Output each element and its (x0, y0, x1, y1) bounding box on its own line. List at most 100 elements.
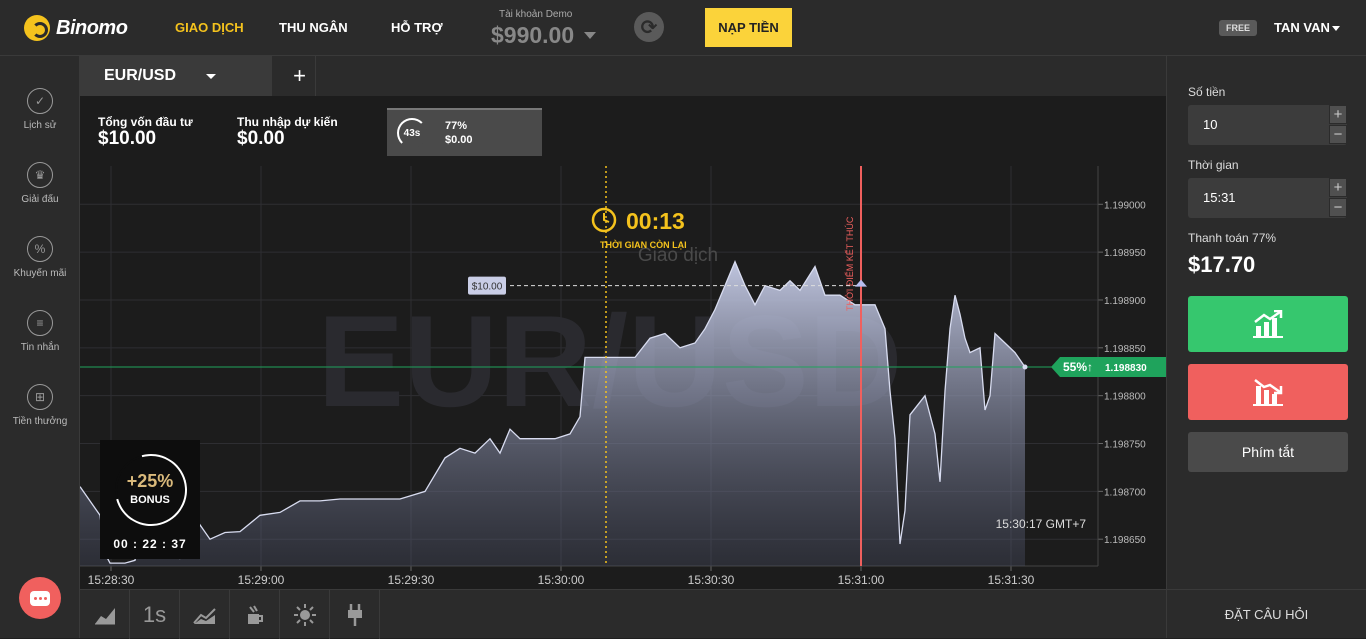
countdown-label: THỜI GIAN CÒN LẠI (600, 239, 687, 250)
x-tick-label: 15:31:00 (838, 573, 885, 587)
trophy-icon: ♛ (27, 162, 53, 188)
total-investment-label: Tổng vốn đầu tư (98, 115, 193, 129)
payout-label: Thanh toán 77% (1188, 231, 1277, 245)
sidebar-item-history[interactable]: ✓ Lịch sử (0, 88, 80, 131)
x-tick-label: 15:29:30 (388, 573, 435, 587)
ask-question-button[interactable]: ĐẶT CÂU HỎI (1166, 589, 1366, 638)
y-tick-label: 1.198950 (1104, 248, 1146, 259)
chart-area: EUR/USD + Tổng vốn đầu tư $10.00 Thu nhậ… (80, 56, 1166, 589)
chart-up-icon (1253, 310, 1283, 338)
trade-panel: Số tiền 10 + − Thời gian 15:31 + − Thanh… (1166, 56, 1366, 589)
binomo-logo-icon (24, 15, 50, 41)
server-time: 15:30:17 GMT+7 (996, 517, 1087, 531)
time-decrease-button[interactable]: − (1329, 198, 1347, 217)
deal-tag-label: $10.00 (472, 282, 503, 293)
y-tick-label: 1.198650 (1104, 535, 1146, 546)
y-tick-label: 1.198850 (1104, 344, 1146, 355)
deposit-button[interactable]: NẠP TIỀN (705, 8, 792, 47)
time-label: Thời gian (1188, 158, 1239, 172)
x-tick-label: 15:28:30 (88, 573, 135, 587)
bonus-label: BONUS (130, 494, 170, 506)
time-increase-button[interactable]: + (1329, 178, 1347, 197)
expected-income-value: $0.00 (237, 128, 285, 149)
top-bar: Binomo GIAO DỊCH THU NGÂN HỖ TRỢ Tài kho… (0, 0, 1366, 56)
theme-icon (293, 603, 316, 626)
deal-marker-icon (855, 279, 867, 287)
total-investment-value: $10.00 (98, 128, 157, 149)
y-tick-label: 1.198900 (1104, 296, 1146, 307)
current-price-point (1022, 364, 1028, 370)
x-tick-label: 15:30:30 (688, 573, 735, 587)
countdown-value: 00:13 (626, 208, 685, 234)
sidebar-item-label: Giải đấu (21, 194, 59, 205)
indicators-icon (192, 607, 216, 624)
sidebar-item-bonuses[interactable]: ⊞ Tiền thưởng (0, 384, 80, 427)
y-tick-label: 1.198800 (1104, 392, 1146, 403)
amount-decrease-button[interactable]: − (1329, 125, 1347, 144)
buy-down-button[interactable] (1188, 364, 1348, 420)
deal-payout-percent: 77% (445, 120, 468, 132)
asset-tab[interactable]: EUR/USD (80, 56, 272, 96)
expected-income-label: Thu nhập dự kiến (237, 115, 338, 129)
open-deal-card[interactable]: 43s 77% $0.00 (387, 108, 542, 156)
sidebar-item-tournaments[interactable]: ♛ Giải đấu (0, 162, 80, 205)
refresh-icon[interactable]: ⟳ (634, 12, 664, 42)
sidebar-item-messages[interactable]: ≡ Tin nhắn (0, 310, 80, 353)
sidebar-item-promotions[interactable]: % Khuyến mãi (0, 236, 80, 279)
payout-value: $17.70 (1188, 252, 1256, 277)
bonus-widget[interactable]: +25% BONUS 00 : 22 : 37 (100, 440, 201, 559)
chart-toolbar: 1s (80, 589, 1166, 639)
free-badge: FREE (1219, 20, 1257, 36)
sidebar-item-label: Khuyến mãi (13, 268, 67, 279)
x-tick-label: 15:29:00 (238, 573, 285, 587)
chart-type-icon (94, 607, 115, 624)
account-type-label: Tài khoản Demo (499, 9, 573, 20)
chart-type-button[interactable] (80, 590, 130, 639)
chevron-down-icon[interactable] (206, 74, 216, 79)
theme-button[interactable] (280, 590, 330, 639)
time-value[interactable]: 15:31 (1203, 190, 1236, 205)
bonus-timer: 00 : 22 : 37 (113, 537, 187, 551)
deal-amount: $0.00 (445, 134, 473, 146)
y-tick-label: 1.198750 (1104, 440, 1146, 451)
drawing-tools-button[interactable] (230, 590, 280, 639)
username[interactable]: TAN VAN (1274, 20, 1330, 35)
expiry-label: THỜI ĐIỂM KẾT THÚC (844, 216, 855, 311)
nav-trade[interactable]: GIAO DỊCH (175, 20, 244, 35)
chat-support-button[interactable] (19, 577, 61, 619)
message-lines-icon: ≡ (27, 310, 53, 336)
buy-up-button[interactable] (1188, 296, 1348, 352)
gift-icon: ⊞ (27, 384, 53, 410)
amount-field[interactable]: 10 + − (1188, 105, 1347, 145)
nav-support[interactable]: HỖ TRỢ (391, 20, 443, 35)
indicators-button[interactable] (180, 590, 230, 639)
time-field[interactable]: 15:31 + − (1188, 178, 1347, 218)
x-tick-label: 15:30:00 (538, 573, 585, 587)
deal-info-bar: Tổng vốn đầu tư $10.00 Thu nhập dự kiến … (80, 96, 1166, 166)
brand-name: Binomo (56, 16, 128, 39)
sidebar-item-label: Tin nhắn (20, 342, 60, 353)
current-price-percent: 55%↑ (1063, 360, 1093, 374)
amount-increase-button[interactable]: + (1329, 105, 1347, 124)
check-circle-icon: ✓ (27, 88, 53, 114)
brand-logo[interactable]: Binomo (24, 14, 128, 42)
nav-cashier[interactable]: THU NGÂN (279, 20, 348, 35)
account-balance[interactable]: $990.00 (491, 22, 574, 49)
plugins-button[interactable] (330, 590, 380, 639)
y-tick-label: 1.199000 (1104, 200, 1146, 211)
percent-icon: % (27, 236, 53, 262)
chart-down-icon (1253, 379, 1283, 406)
amount-label: Số tiền (1188, 85, 1226, 99)
plugin-icon (347, 603, 362, 626)
x-tick-label: 15:31:30 (988, 573, 1035, 587)
shortcuts-button[interactable]: Phím tắt (1188, 432, 1348, 472)
chevron-down-icon[interactable] (584, 32, 596, 39)
deal-timer: 43s (397, 118, 427, 148)
sidebar-item-label: Lịch sử (23, 120, 57, 131)
amount-value[interactable]: 10 (1203, 117, 1217, 132)
current-price-value: 1.198830 (1105, 363, 1147, 374)
add-asset-tab-button[interactable]: + (284, 56, 316, 96)
price-chart[interactable]: 15:28:30 15:29:00 15:29:30 15:30:00 15:30:30… (80, 166, 1166, 589)
user-menu-chevron-icon[interactable] (1332, 26, 1340, 31)
timeframe-button[interactable]: 1s (130, 590, 180, 639)
